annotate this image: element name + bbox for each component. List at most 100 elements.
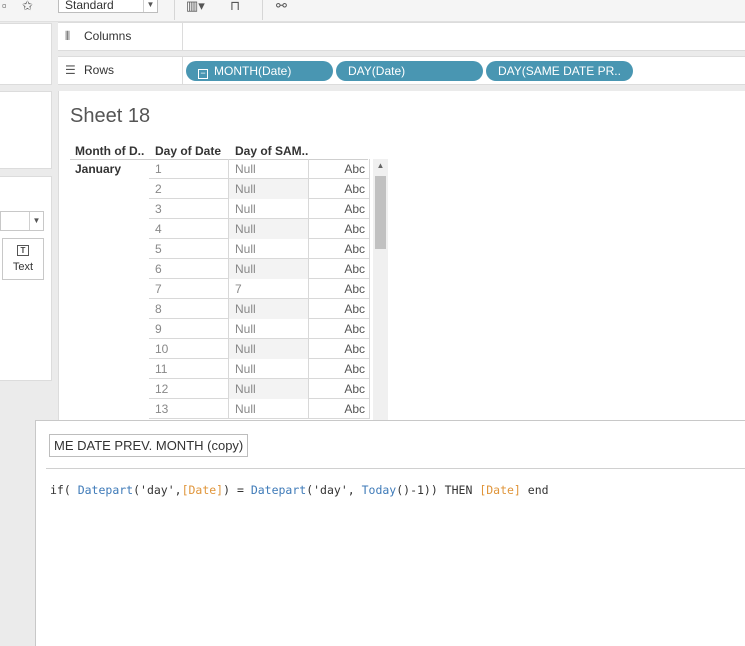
same-date-cell[interactable]: Null	[229, 219, 309, 239]
chevron-down-icon: ▼	[29, 212, 43, 230]
formula-token: if(	[50, 483, 78, 497]
formula-token: ('day',	[306, 483, 362, 497]
show-me-chart-icon[interactable]: ▥▾	[186, 0, 205, 12]
abc-cell[interactable]: Abc	[309, 219, 370, 239]
table-row: 4 Null Abc	[149, 219, 370, 239]
toolbar-divider	[174, 0, 175, 20]
columns-shelf[interactable]: ⫴ Columns	[58, 22, 745, 51]
vertical-scrollbar[interactable]: ▲	[373, 159, 388, 421]
same-date-cell[interactable]: Null	[229, 399, 309, 419]
columns-shelf-label: ⫴ Columns	[58, 23, 183, 50]
same-date-cell[interactable]: Null	[229, 239, 309, 259]
rows-label: Rows	[84, 63, 115, 77]
rows-shelf[interactable]: ☰ Rows − MONTH(Date) DAY(Date) DAY(SAME D…	[58, 56, 745, 85]
abc-cell[interactable]: Abc	[309, 299, 370, 319]
text-mark-button[interactable]: T Text	[2, 238, 44, 280]
toolbar-divider	[262, 0, 263, 20]
day-cell[interactable]: 7	[149, 279, 229, 299]
abc-cell[interactable]: Abc	[309, 159, 370, 179]
day-cell[interactable]: 9	[149, 319, 229, 339]
abc-cell[interactable]: Abc	[309, 359, 370, 379]
sheet-view: Sheet 18 Month of D.. Day of Date Day of…	[58, 91, 745, 421]
abc-cell[interactable]: Abc	[309, 279, 370, 299]
day-cell[interactable]: 10	[149, 339, 229, 359]
text-mark-label: Text	[12, 261, 34, 273]
toolbar-partial-icon[interactable]: ▫	[2, 0, 7, 12]
mark-type-dropdown[interactable]: ▼	[0, 211, 44, 231]
same-date-cell[interactable]: Null	[229, 159, 309, 179]
pill-label: DAY(SAME DATE PR..	[498, 64, 621, 78]
pill-month-date[interactable]: − MONTH(Date)	[186, 61, 333, 81]
abc-cell[interactable]: Abc	[309, 319, 370, 339]
header-month[interactable]: Month of D..	[75, 144, 144, 158]
day-cell[interactable]: 12	[149, 379, 229, 399]
pill-label: MONTH(Date)	[214, 64, 292, 78]
pill-day-same-date[interactable]: DAY(SAME DATE PR..	[486, 61, 633, 81]
columns-icon: ⫴	[65, 29, 71, 43]
header-day-of-date[interactable]: Day of Date	[155, 144, 221, 158]
same-date-cell[interactable]: Null	[229, 179, 309, 199]
day-cell[interactable]: 8	[149, 299, 229, 319]
table-row: 1 Null Abc	[149, 159, 370, 179]
same-date-cell[interactable]: Null	[229, 319, 309, 339]
abc-cell[interactable]: Abc	[309, 199, 370, 219]
formula-function: Datepart	[250, 483, 307, 497]
data-grid: 1 Null Abc 2 Null Abc 3 Null Abc 4 Null Abc 5 Null Abc…	[149, 159, 370, 419]
table-row: 3 Null Abc	[149, 199, 370, 219]
abc-cell[interactable]: Abc	[309, 259, 370, 279]
same-date-cell[interactable]: Null	[229, 199, 309, 219]
month-cell[interactable]: January	[75, 162, 121, 176]
pages-panel	[0, 91, 52, 169]
abc-cell[interactable]: Abc	[309, 239, 370, 259]
calculation-name-field[interactable]: ME DATE PREV. MONTH (copy)	[49, 434, 249, 457]
header-day-of-same[interactable]: Day of SAM..	[235, 144, 308, 158]
table-row: 6 Null Abc	[149, 259, 370, 279]
same-date-cell[interactable]: Null	[229, 359, 309, 379]
scroll-up-icon[interactable]: ▲	[373, 161, 388, 170]
same-date-cell[interactable]: Null	[229, 379, 309, 399]
formula-function: Today	[361, 483, 397, 497]
pin-icon[interactable]: ✩	[22, 0, 33, 12]
toolbar: ▫ ✩ Standard ▼ ▥▾ ⊓ ⚯	[0, 0, 745, 22]
pill-day-date[interactable]: DAY(Date)	[336, 61, 483, 81]
fit-dropdown-value: Standard	[65, 0, 114, 12]
formula-function: Datepart	[77, 483, 134, 497]
formula-token: ()-1)) THEN	[396, 483, 480, 497]
day-cell[interactable]: 1	[149, 159, 229, 179]
formula-token: ) =	[223, 483, 251, 497]
fit-dropdown[interactable]: Standard ▼	[58, 0, 158, 13]
collapse-icon[interactable]: −	[198, 69, 208, 79]
day-cell[interactable]: 4	[149, 219, 229, 239]
same-date-cell[interactable]: Null	[229, 259, 309, 279]
abc-cell[interactable]: Abc	[309, 339, 370, 359]
abc-cell[interactable]: Abc	[309, 399, 370, 419]
columns-label: Columns	[84, 29, 132, 43]
table-row: 8 Null Abc	[149, 299, 370, 319]
formula-editor[interactable]: if( Datepart('day',[Date]) = Datepart('d…	[50, 483, 549, 497]
day-cell[interactable]: 6	[149, 259, 229, 279]
day-cell[interactable]: 5	[149, 239, 229, 259]
scrollbar-thumb[interactable]	[375, 176, 386, 249]
table-row: 11 Null Abc	[149, 359, 370, 379]
same-date-cell[interactable]: Null	[229, 299, 309, 319]
formula-field: [Date]	[479, 483, 521, 497]
formula-field: [Date]	[181, 483, 224, 497]
chevron-down-icon: ▼	[143, 0, 157, 12]
abc-cell[interactable]: Abc	[309, 379, 370, 399]
table-row: 2 Null Abc	[149, 179, 370, 199]
formula-token: end	[520, 483, 549, 497]
day-cell[interactable]: 11	[149, 359, 229, 379]
rows-shelf-label: ☰ Rows	[58, 57, 183, 84]
share-icon[interactable]: ⚯	[276, 0, 287, 12]
day-cell[interactable]: 2	[149, 179, 229, 199]
table-row: 9 Null Abc	[149, 319, 370, 339]
same-date-cell[interactable]: Null	[229, 339, 309, 359]
editor-divider	[46, 468, 745, 469]
day-cell[interactable]: 13	[149, 399, 229, 419]
day-cell[interactable]: 3	[149, 199, 229, 219]
abc-cell[interactable]: Abc	[309, 179, 370, 199]
table-row: 13 Null Abc	[149, 399, 370, 419]
rows-icon: ☰	[65, 63, 76, 77]
same-date-cell[interactable]: 7	[229, 279, 309, 299]
presentation-icon[interactable]: ⊓	[230, 0, 240, 12]
